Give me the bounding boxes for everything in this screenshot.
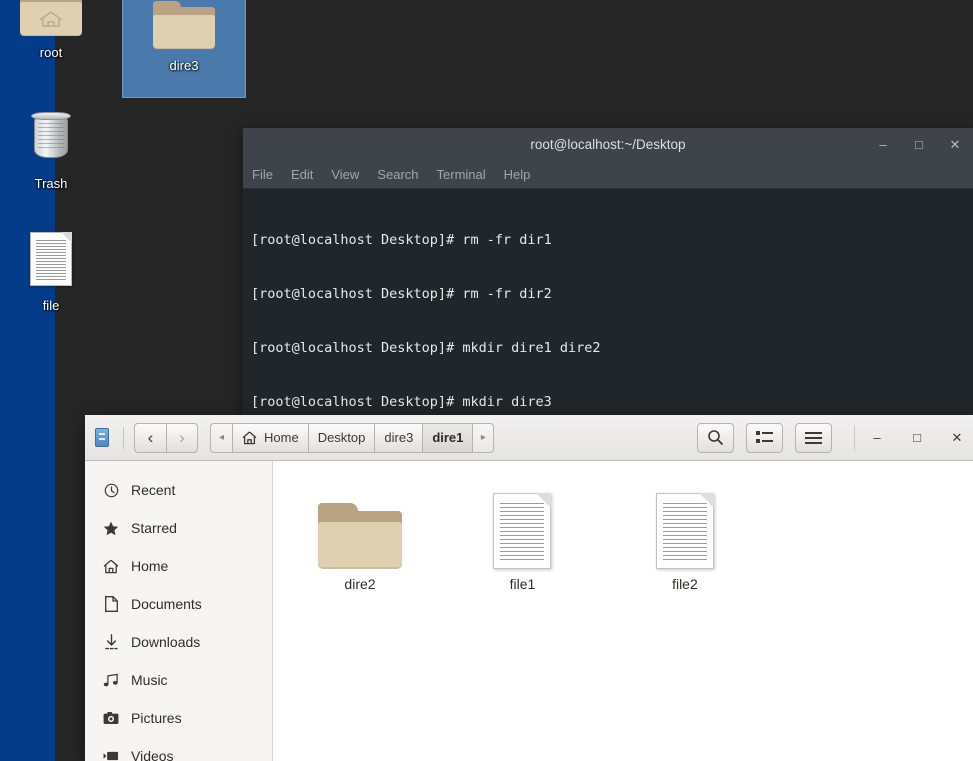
search-button[interactable] [697, 422, 734, 453]
document-icon [0, 232, 113, 290]
terminal-window[interactable]: root@localhost:~/Desktop – □ ✕ File Edit… [243, 128, 973, 734]
video-icon [103, 748, 119, 761]
desktop-icon-file[interactable]: file [0, 232, 113, 314]
terminal-minimize-button[interactable]: – [875, 137, 891, 153]
terminal-window-controls[interactable]: – □ ✕ [875, 128, 963, 161]
menu-item-terminal[interactable]: Terminal [437, 167, 486, 182]
menu-item-help[interactable]: Help [504, 167, 531, 182]
folder-icon [295, 483, 425, 569]
music-icon [103, 672, 119, 688]
document-icon [620, 483, 750, 569]
home-icon [103, 558, 119, 574]
desktop-icon-label: file [42, 298, 60, 313]
desktop-icon-root[interactable]: root [0, 0, 113, 61]
view-options-button[interactable] [746, 422, 783, 453]
files-maximize-button[interactable]: □ [909, 430, 925, 446]
breadcrumb-item-dire1[interactable]: dire1 [422, 422, 473, 453]
sidebar-item-label: Videos [131, 748, 174, 761]
terminal-line: [root@localhost Desktop]# mkdir dire1 di… [251, 340, 601, 356]
list-view-icon [756, 431, 773, 443]
file-manager-sidebar[interactable]: Recent Starred Home Documents Downloads … [85, 461, 273, 761]
file-list-view[interactable]: dire2 file1 file2 [273, 461, 973, 761]
navigation-buttons[interactable]: ‹ › [134, 422, 198, 453]
terminal-output[interactable]: [root@localhost Desktop]# rm -fr dir1 [r… [243, 189, 973, 734]
home-glyph [39, 11, 63, 27]
breadcrumb-scroll-left-button[interactable]: ◂ [210, 422, 232, 453]
trash-icon [0, 112, 113, 168]
desktop-icon-label: root [39, 45, 63, 60]
breadcrumb-scroll-right-button[interactable]: ▸ [472, 422, 495, 453]
folder-icon [123, 1, 245, 53]
files-minimize-button[interactable]: – [869, 430, 885, 446]
download-icon [103, 634, 119, 650]
sidebar-item-pictures[interactable]: Pictures [85, 699, 272, 737]
home-folder-icon [0, 0, 113, 40]
terminal-menubar[interactable]: File Edit View Search Terminal Help [243, 161, 973, 189]
forward-button[interactable]: › [166, 422, 198, 453]
sidebar-item-documents[interactable]: Documents [85, 585, 272, 623]
breadcrumb-item-desktop[interactable]: Desktop [307, 422, 375, 453]
files-app-icon [95, 428, 109, 447]
file-manager-headerbar[interactable]: ‹ › ◂ Home Desktop dire3 dire1 ▸ – □ ✕ [85, 415, 973, 461]
sidebar-item-label: Downloads [131, 634, 201, 650]
desktop-icon-trash[interactable]: Trash [0, 112, 113, 192]
file-item-label: dire2 [344, 576, 376, 592]
sidebar-item-starred[interactable]: Starred [85, 509, 272, 547]
menu-item-search[interactable]: Search [377, 167, 418, 182]
sidebar-item-label: Music [131, 672, 168, 688]
sidebar-item-label: Documents [131, 596, 202, 612]
camera-icon [103, 710, 119, 726]
back-button[interactable]: ‹ [134, 422, 166, 453]
sidebar-item-label: Starred [131, 520, 177, 536]
document-icon [103, 596, 119, 612]
breadcrumb-item-dire3[interactable]: dire3 [374, 422, 423, 453]
menu-item-view[interactable]: View [331, 167, 359, 182]
menu-button[interactable] [795, 422, 832, 453]
star-icon [103, 520, 119, 536]
menu-item-edit[interactable]: Edit [291, 167, 313, 182]
sidebar-item-recent[interactable]: Recent [85, 471, 272, 509]
file-manager-window[interactable]: ‹ › ◂ Home Desktop dire3 dire1 ▸ – □ ✕ R… [85, 415, 973, 761]
file-item-label: file1 [509, 576, 536, 592]
breadcrumb-label: Home [264, 430, 299, 445]
file-manager-window-controls[interactable]: – □ ✕ [854, 424, 965, 451]
terminal-close-button[interactable]: ✕ [947, 137, 963, 153]
clock-icon [103, 482, 119, 498]
file-manager-body: Recent Starred Home Documents Downloads … [85, 461, 973, 761]
desktop-icon-label: dire3 [169, 58, 199, 73]
terminal-line: [root@localhost Desktop]# mkdir dire3 [251, 394, 552, 410]
document-icon [457, 483, 587, 569]
file-item-file1[interactable]: file1 [457, 483, 587, 592]
terminal-titlebar[interactable]: root@localhost:~/Desktop – □ ✕ [243, 128, 973, 161]
sidebar-item-label: Home [131, 558, 169, 574]
sidebar-item-music[interactable]: Music [85, 661, 272, 699]
file-item-file2[interactable]: file2 [620, 483, 750, 592]
hamburger-icon [805, 431, 822, 444]
terminal-maximize-button[interactable]: □ [911, 137, 927, 153]
toolbar-divider [123, 426, 124, 449]
terminal-line: [root@localhost Desktop]# rm -fr dir2 [251, 286, 552, 302]
terminal-line: [root@localhost Desktop]# rm -fr dir1 [251, 232, 552, 248]
file-item-label: file2 [672, 576, 698, 592]
menu-item-file[interactable]: File [252, 167, 273, 182]
search-icon [708, 430, 723, 445]
sidebar-item-videos[interactable]: Videos [85, 737, 272, 761]
desktop-icon-dire3[interactable]: dire3 [122, 0, 246, 98]
terminal-title: root@localhost:~/Desktop [530, 137, 686, 152]
files-close-button[interactable]: ✕ [949, 430, 965, 446]
sidebar-item-label: Pictures [131, 710, 182, 726]
sidebar-item-home[interactable]: Home [85, 547, 272, 585]
breadcrumb[interactable]: ◂ Home Desktop dire3 dire1 ▸ [210, 422, 495, 453]
breadcrumb-item-home[interactable]: Home [232, 422, 308, 453]
home-icon [242, 431, 257, 444]
sidebar-item-label: Recent [131, 482, 176, 498]
sidebar-item-downloads[interactable]: Downloads [85, 623, 272, 661]
file-item-dire2[interactable]: dire2 [295, 483, 425, 592]
desktop-icon-label: Trash [34, 176, 68, 191]
